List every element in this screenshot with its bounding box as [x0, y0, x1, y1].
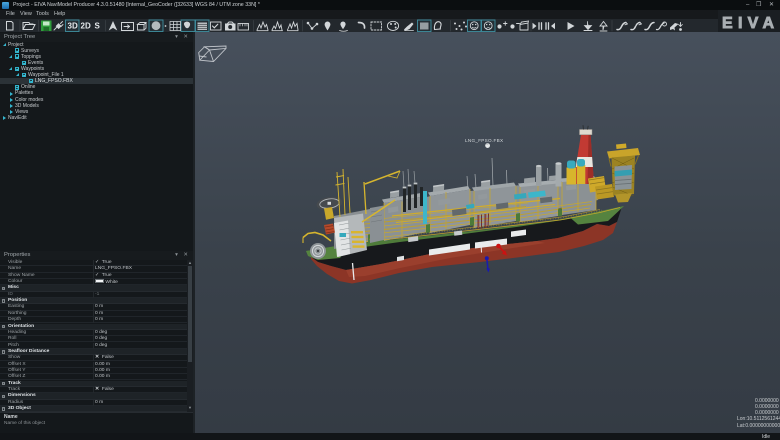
svg-text:S: S: [95, 22, 101, 31]
svg-text:3D: 3D: [68, 22, 78, 31]
svg-text:EIVA: EIVA: [722, 15, 774, 32]
svg-text:2D: 2D: [81, 22, 91, 31]
